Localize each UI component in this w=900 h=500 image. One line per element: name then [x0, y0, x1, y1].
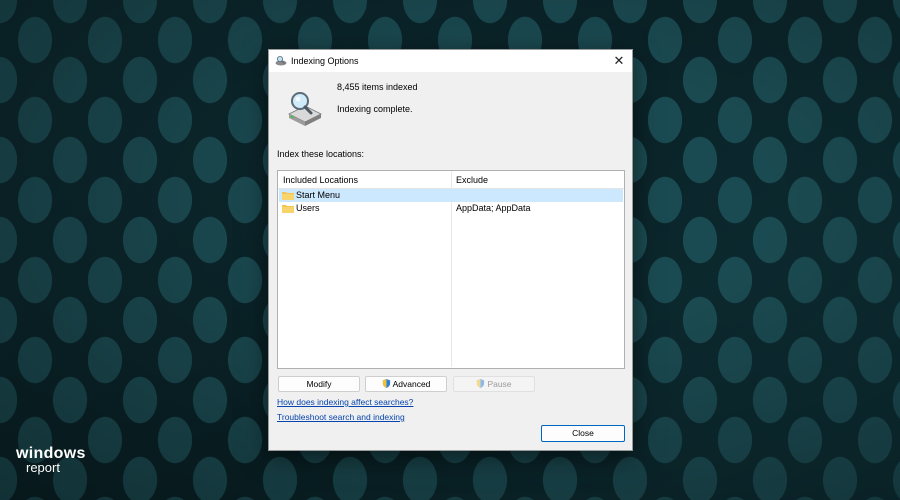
pause-button: Pause — [453, 376, 535, 392]
column-header-included[interactable]: Included Locations — [283, 175, 358, 185]
close-icon[interactable]: ✕ — [606, 50, 632, 72]
row-location: Users — [296, 203, 320, 213]
items-indexed-count: 8,455 items indexed — [337, 82, 418, 92]
watermark-line1: windows — [16, 445, 86, 462]
indexing-options-dialog: Indexing Options ✕ 8,455 items indexed I… — [268, 49, 633, 451]
folder-icon — [282, 205, 294, 213]
watermark-line2: report — [26, 460, 60, 475]
pause-button-label: Pause — [487, 379, 512, 389]
drive-search-icon — [288, 92, 322, 126]
index-locations-label: Index these locations: — [277, 149, 365, 159]
locations-list[interactable]: Included Locations Exclude Start Menu Us… — [277, 170, 625, 369]
shield-icon — [382, 379, 390, 388]
title-bar[interactable]: Indexing Options ✕ — [269, 50, 632, 72]
indexing-options-icon — [275, 56, 287, 66]
troubleshoot-link[interactable]: Troubleshoot search and indexing — [277, 412, 405, 422]
advanced-button[interactable]: Advanced — [365, 376, 447, 392]
row-location: Start Menu — [296, 190, 341, 200]
folder-icon — [282, 192, 294, 200]
windows-report-watermark: windows report — [16, 445, 86, 475]
indexing-status: Indexing complete. — [337, 104, 413, 114]
close-button[interactable]: Close — [541, 425, 625, 442]
shield-icon — [477, 379, 485, 388]
list-row-users[interactable]: Users AppData; AppData — [279, 202, 623, 215]
column-header-exclude[interactable]: Exclude — [456, 175, 488, 185]
how-indexing-link[interactable]: How does indexing affect searches? — [277, 397, 413, 407]
dialog-title: Indexing Options — [291, 56, 359, 66]
list-row-start-menu[interactable]: Start Menu — [279, 189, 623, 202]
modify-button[interactable]: Modify — [278, 376, 360, 392]
row-exclude: AppData; AppData — [456, 203, 531, 213]
advanced-button-label: Advanced — [392, 379, 431, 389]
